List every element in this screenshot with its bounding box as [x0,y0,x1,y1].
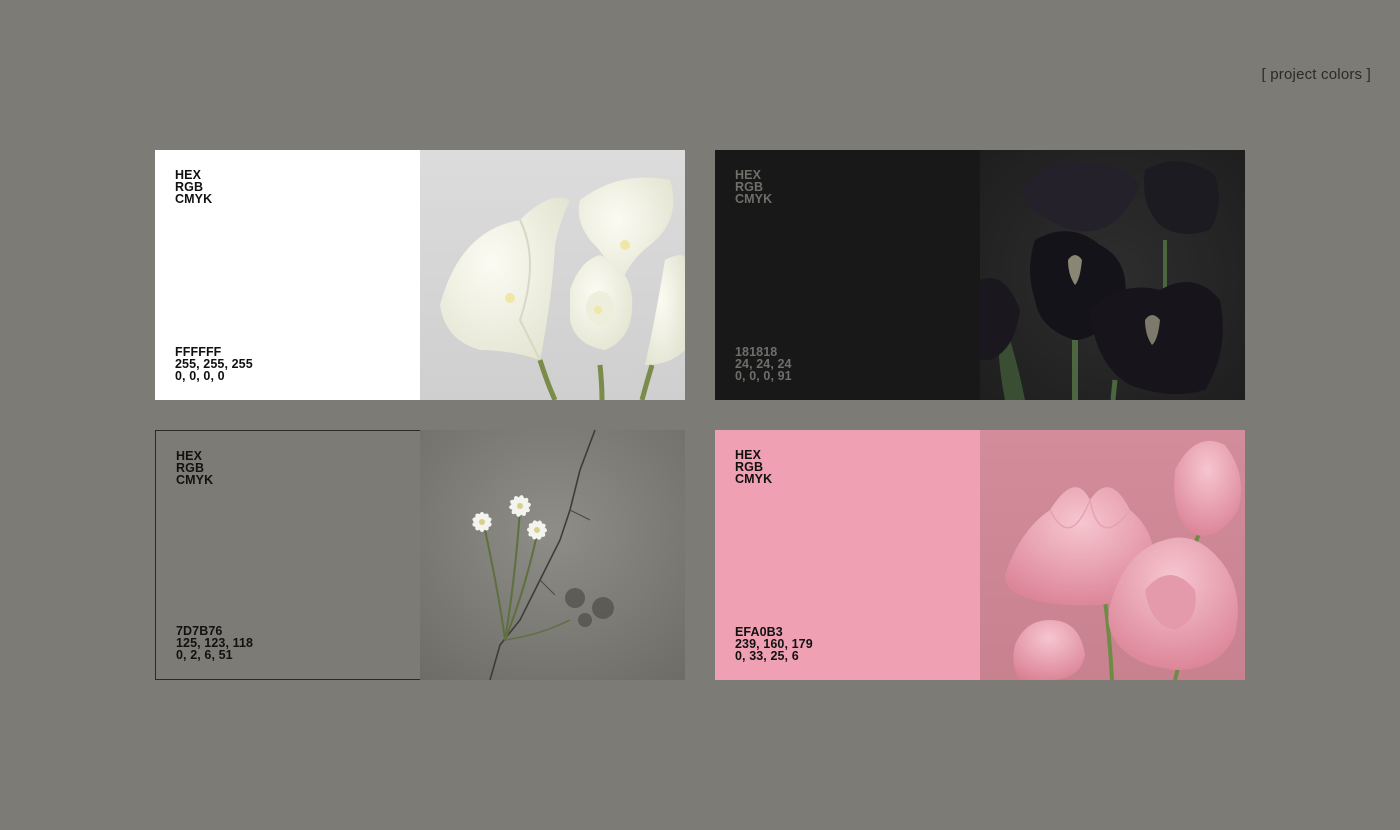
color-values: EFA0B3 239, 160, 179 0, 33, 25, 6 [735,626,813,663]
color-swatch: HEX RGB CMYK 181818 24, 24, 24 0, 0, 0, … [715,150,980,400]
color-card-grey: HEX RGB CMYK 7D7B76 125, 123, 118 0, 2, … [155,430,685,680]
color-card-black: HEX RGB CMYK 181818 24, 24, 24 0, 0, 0, … [715,150,1245,400]
cmyk-value: 0, 0, 0, 91 [735,369,792,383]
flower-in-concrete-photo [420,430,685,680]
cmyk-value: 0, 0, 0, 0 [175,369,225,383]
cmyk-label: CMYK [735,472,773,486]
cmyk-label: CMYK [175,192,213,206]
color-format-labels: HEX RGB CMYK [735,449,773,486]
color-values: 181818 24, 24, 24 0, 0, 0, 91 [735,346,792,383]
color-card-white: HEX RGB CMYK FFFFFF 255, 255, 255 0, 0, … [155,150,685,400]
color-values: FFFFFF 255, 255, 255 0, 0, 0, 0 [175,346,253,383]
color-swatch: HEX RGB CMYK 7D7B76 125, 123, 118 0, 2, … [155,430,420,680]
color-values: 7D7B76 125, 123, 118 0, 2, 6, 51 [176,625,253,662]
cmyk-value: 0, 2, 6, 51 [176,648,233,662]
color-format-labels: HEX RGB CMYK [176,450,214,487]
black-iris-photo [980,150,1245,400]
cmyk-value: 0, 33, 25, 6 [735,649,799,663]
pink-lotus-photo [980,430,1245,680]
cmyk-label: CMYK [176,473,214,487]
color-card-pink: HEX RGB CMYK EFA0B3 239, 160, 179 0, 33,… [715,430,1245,680]
calla-lily-photo [420,150,685,400]
section-label: [ project colors ] [1261,66,1371,83]
color-format-labels: HEX RGB CMYK [735,169,773,206]
color-swatch: HEX RGB CMYK FFFFFF 255, 255, 255 0, 0, … [155,150,420,400]
color-swatch: HEX RGB CMYK EFA0B3 239, 160, 179 0, 33,… [715,430,980,680]
project-colors-board: [ project colors ] HEX RGB CMYK FFFFFF 2… [0,0,1400,830]
color-format-labels: HEX RGB CMYK [175,169,213,206]
cmyk-label: CMYK [735,192,773,206]
